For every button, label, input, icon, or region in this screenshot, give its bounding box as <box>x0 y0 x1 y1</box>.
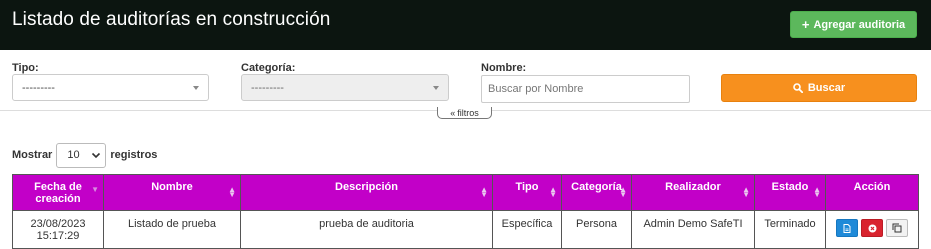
caret-down-icon <box>433 86 439 90</box>
col-header-fecha[interactable]: Fecha de creación ▼ <box>12 174 104 211</box>
col-header-descripcion[interactable]: Descripción ▲ ▼ <box>240 174 493 211</box>
delete-button[interactable] <box>861 219 883 237</box>
copy-icon <box>892 223 902 233</box>
categoria-select-value: --------- <box>251 81 284 94</box>
copy-button[interactable] <box>886 219 908 237</box>
add-audit-label: Agregar auditoria <box>813 18 906 31</box>
filters-toggle-label: filtros <box>457 107 479 118</box>
chevron-down-icon <box>92 152 101 158</box>
cell-fecha: 23/08/2023 15:17:29 <box>12 210 104 249</box>
col-header-nombre[interactable]: Nombre ▲ ▼ <box>103 174 241 211</box>
cell-accion <box>825 210 919 249</box>
page-length-select[interactable]: 10 <box>56 142 107 168</box>
cell-realizador: Admin Demo SafeTI <box>631 210 755 249</box>
table-row: 23/08/2023 15:17:29 Listado de prueba pr… <box>12 210 919 249</box>
categoria-label: Categoría: <box>241 62 296 74</box>
table-header-row: Fecha de creación ▼ Nombre ▲ ▼ Descripción ▲… <box>12 174 919 211</box>
cell-fecha-date: 23/08/2023 <box>30 218 86 230</box>
sort-icon: ▲ ▼ <box>228 185 236 199</box>
search-icon <box>793 83 803 93</box>
col-header-categoria[interactable]: Categoría ▲ ▼ <box>561 174 632 211</box>
filter-panel: Tipo: --------- Categoría: --------- Nom… <box>0 50 931 110</box>
cell-fecha-time: 15:17:29 <box>36 230 80 242</box>
close-circle-icon <box>868 224 876 232</box>
add-audit-button[interactable]: + Agregar auditoria <box>790 11 917 38</box>
tipo-select-value: --------- <box>22 81 55 94</box>
col-header-tipo[interactable]: Tipo ▲ ▼ <box>492 174 562 211</box>
nombre-search-input[interactable] <box>481 75 690 103</box>
cell-nombre: Listado de prueba <box>103 210 241 249</box>
col-header-label: Tipo <box>515 181 539 193</box>
col-header-label: Estado <box>771 181 809 193</box>
cell-descripcion: prueba de auditoria <box>240 210 493 249</box>
plus-icon: + <box>801 17 810 32</box>
sort-icon: ▲ ▼ <box>549 185 557 199</box>
search-button-label: Buscar <box>807 82 846 94</box>
col-header-realizador[interactable]: Realizador ▲ ▼ <box>631 174 755 211</box>
cell-categoria: Persona <box>561 210 632 249</box>
col-header-label: Fecha de creación <box>34 181 82 205</box>
page-length-suffix: registros <box>110 149 158 161</box>
sort-icon: ▲ ▼ <box>480 185 488 199</box>
col-header-estado[interactable]: Estado ▲ ▼ <box>754 174 826 211</box>
col-header-label: Acción <box>853 181 891 193</box>
col-header-label: Nombre <box>151 181 193 193</box>
page-length-control: Mostrar 10 registros <box>12 142 158 168</box>
col-header-accion: Acción <box>825 174 919 211</box>
cell-estado: Terminado <box>754 210 826 249</box>
view-document-button[interactable] <box>836 219 858 237</box>
col-header-label: Realizador <box>665 181 721 193</box>
row-actions <box>826 218 918 237</box>
sort-icon: ▲ ▼ <box>813 185 821 199</box>
col-header-label: Descripción <box>335 181 398 193</box>
page-header: Listado de auditorías en construcción + … <box>0 0 931 50</box>
search-button[interactable]: Buscar <box>721 74 917 102</box>
tipo-select[interactable]: --------- <box>12 74 209 101</box>
filters-toggle[interactable]: « filtros <box>437 107 492 119</box>
page-length-value: 10 <box>67 149 80 161</box>
page-title: Listado de auditorías en construcción <box>12 9 331 30</box>
sort-icon: ▲ ▼ <box>742 185 750 199</box>
audits-table: Fecha de creación ▼ Nombre ▲ ▼ Descripción ▲… <box>12 174 919 249</box>
double-chevron-up-icon: « <box>450 107 456 118</box>
page-length-prefix: Mostrar <box>12 149 53 161</box>
cell-tipo: Específica <box>492 210 562 249</box>
caret-down-icon <box>193 86 199 90</box>
col-header-label: Categoría <box>571 181 622 193</box>
tipo-label: Tipo: <box>12 62 39 74</box>
sort-icon: ▲ ▼ <box>619 185 627 199</box>
document-icon <box>843 223 851 233</box>
sort-desc-icon: ▼ <box>91 185 99 194</box>
categoria-select: --------- <box>241 74 449 101</box>
nombre-label: Nombre: <box>481 62 527 74</box>
